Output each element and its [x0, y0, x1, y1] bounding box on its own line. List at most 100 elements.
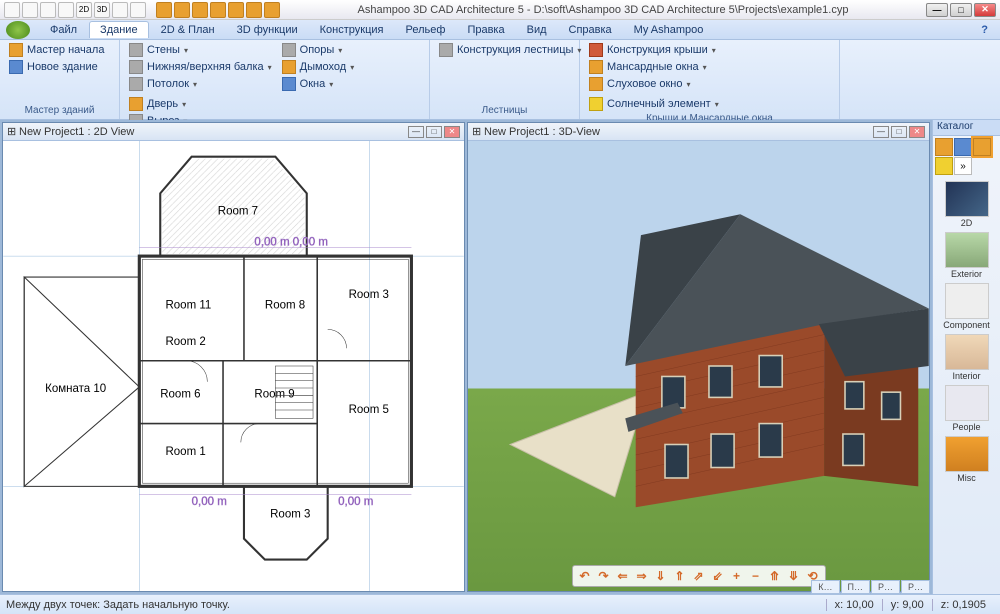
qa-redo-icon[interactable] — [58, 2, 74, 18]
qa-snap3-icon[interactable] — [192, 2, 208, 18]
app-menu-button[interactable] — [6, 21, 30, 39]
svg-text:Room 11: Room 11 — [165, 299, 211, 311]
close-button[interactable]: ✕ — [974, 3, 996, 17]
menu-file[interactable]: Файл — [40, 22, 87, 38]
dormer-icon — [589, 77, 603, 91]
door-button[interactable]: Дверь▾ — [126, 96, 193, 112]
skylight-button[interactable]: Мансардные окна▾ — [586, 59, 719, 75]
house-3d-render — [468, 141, 929, 591]
minimize-button[interactable]: — — [926, 3, 948, 17]
bottom-tab-2[interactable]: Р… — [871, 580, 900, 594]
catalog-item-misc[interactable]: Misc — [942, 436, 992, 483]
catalog-item-component[interactable]: Component — [942, 283, 992, 330]
ceiling-button[interactable]: Потолок▾ — [126, 76, 275, 92]
qa-snap5-icon[interactable] — [228, 2, 244, 18]
qa-3d-icon[interactable]: 3D — [94, 2, 110, 18]
qa-undo-icon[interactable] — [40, 2, 56, 18]
catalog-item-people[interactable]: People — [942, 385, 992, 432]
group-title: Лестницы — [436, 104, 573, 117]
view-2d-canvas[interactable]: Комната 10 Room 7 — [3, 141, 464, 591]
nav-tilt-up-icon[interactable]: ⤊ — [767, 568, 783, 584]
nav-back-icon[interactable]: ⇙ — [710, 568, 726, 584]
catalog-tab-1[interactable] — [935, 138, 953, 156]
view-window-3d: ⊞ New Project1 : 3D-View — □ ✕ — [467, 122, 930, 592]
windows-button[interactable]: Окна▾ — [279, 76, 358, 92]
svg-text:Room 1: Room 1 — [165, 446, 205, 458]
view-2d-minimize[interactable]: — — [408, 126, 424, 138]
beam-button[interactable]: Нижняя/верхняя балка▾ — [126, 59, 275, 75]
view-window-2d: ⊞ New Project1 : 2D View — □ ✕ — [2, 122, 465, 592]
nav-orbit-left-icon[interactable]: ↶ — [577, 568, 593, 584]
nav-zoom-in-icon[interactable]: + — [729, 568, 745, 584]
new-building-icon — [9, 60, 23, 74]
qa-2d-icon[interactable]: 2D — [76, 2, 92, 18]
nav-left-icon[interactable]: ⇐ — [615, 568, 631, 584]
menu-help[interactable]: Справка — [559, 22, 622, 38]
new-building-button[interactable]: Новое здание — [6, 59, 107, 75]
svg-text:0,00 m 0,00 m: 0,00 m 0,00 m — [254, 237, 328, 249]
bottom-tabs: К… П… Р… Р… — [811, 580, 930, 594]
bottom-tab-1[interactable]: П… — [841, 580, 870, 594]
solar-element-button[interactable]: Солнечный элемент▾ — [586, 96, 722, 112]
stair-construction-button[interactable]: Конструкция лестницы▾ — [436, 42, 584, 58]
catalog-tab-more[interactable]: » — [954, 157, 972, 175]
roof-construction-button[interactable]: Конструкция крыши▾ — [586, 42, 719, 58]
menu-2d-plan[interactable]: 2D & План — [151, 22, 225, 38]
supports-button[interactable]: Опоры▾ — [279, 42, 358, 58]
bottom-tab-0[interactable]: К… — [811, 580, 839, 594]
qa-snap2-icon[interactable] — [174, 2, 190, 18]
wizard-start-button[interactable]: Мастер начала — [6, 42, 107, 58]
qa-snap6-icon[interactable] — [246, 2, 262, 18]
nav-up-icon[interactable]: ⇑ — [672, 568, 688, 584]
ribbon: Мастер начала Новое здание Мастер зданий… — [0, 40, 1000, 120]
view-3d-canvas[interactable]: ↶ ↷ ⇐ ⇒ ⇓ ⇑ ⇗ ⇙ + − ⤊ ⤋ ⟲ — [468, 141, 929, 591]
view-3d-minimize[interactable]: — — [873, 126, 889, 138]
qa-tile-icon[interactable] — [112, 2, 128, 18]
catalog-item-exterior[interactable]: Exterior — [942, 232, 992, 279]
ribbon-group-roofs: Конструкция крыши▾ Мансардные окна▾ Слух… — [580, 40, 840, 119]
nav-right-icon[interactable]: ⇒ — [634, 568, 650, 584]
view-2d-title: New Project1 : 2D View — [19, 126, 134, 138]
chimney-button[interactable]: Дымоход▾ — [279, 59, 358, 75]
maximize-button[interactable]: □ — [950, 3, 972, 17]
menu-terrain[interactable]: Рельеф — [396, 22, 456, 38]
menu-my-ashampoo[interactable]: My Ashampoo — [624, 22, 714, 38]
svg-text:Room 2: Room 2 — [165, 336, 205, 348]
view-3d-close[interactable]: ✕ — [909, 126, 925, 138]
dormer-button[interactable]: Слуховое окно▾ — [586, 76, 719, 92]
catalog-list: 2D Exterior Component Interior People Mi… — [933, 177, 1000, 594]
nav-orbit-right-icon[interactable]: ↷ — [596, 568, 612, 584]
catalog-item-2d[interactable]: 2D — [942, 181, 992, 228]
skylight-icon — [589, 60, 603, 74]
walls-button[interactable]: Стены▾ — [126, 42, 275, 58]
bottom-tab-3[interactable]: Р… — [901, 580, 930, 594]
view-2d-titlebar[interactable]: ⊞ New Project1 : 2D View — □ ✕ — [3, 123, 464, 141]
nav-forward-icon[interactable]: ⇗ — [691, 568, 707, 584]
catalog-tab-2[interactable] — [954, 138, 972, 156]
view-3d-maximize[interactable]: □ — [891, 126, 907, 138]
catalog-tab-3-active[interactable] — [973, 138, 991, 156]
svg-text:Room 9: Room 9 — [254, 388, 294, 400]
menu-construction[interactable]: Конструкция — [310, 22, 394, 38]
nav-zoom-out-icon[interactable]: − — [748, 568, 764, 584]
qa-save-icon[interactable] — [22, 2, 38, 18]
qa-grid-icon[interactable] — [130, 2, 146, 18]
qa-snap1-icon[interactable] — [156, 2, 172, 18]
qa-snap7-icon[interactable] — [264, 2, 280, 18]
nav-down-icon[interactable]: ⇓ — [653, 568, 669, 584]
label: Новое здание — [27, 61, 98, 73]
qa-snap4-icon[interactable] — [210, 2, 226, 18]
svg-text:0,00 m: 0,00 m — [338, 496, 373, 508]
view-2d-close[interactable]: ✕ — [444, 126, 460, 138]
menu-building[interactable]: Здание — [89, 21, 149, 38]
menu-edit[interactable]: Правка — [457, 22, 514, 38]
status-x: x: 10,00 — [826, 599, 882, 611]
view-3d-titlebar[interactable]: ⊞ New Project1 : 3D-View — □ ✕ — [468, 123, 929, 141]
nav-tilt-down-icon[interactable]: ⤋ — [786, 568, 802, 584]
catalog-item-interior[interactable]: Interior — [942, 334, 992, 381]
catalog-tab-4[interactable] — [935, 157, 953, 175]
help-icon[interactable]: ? — [975, 24, 994, 36]
view-2d-maximize[interactable]: □ — [426, 126, 442, 138]
menu-view[interactable]: Вид — [517, 22, 557, 38]
menu-3d-functions[interactable]: 3D функции — [227, 22, 308, 38]
